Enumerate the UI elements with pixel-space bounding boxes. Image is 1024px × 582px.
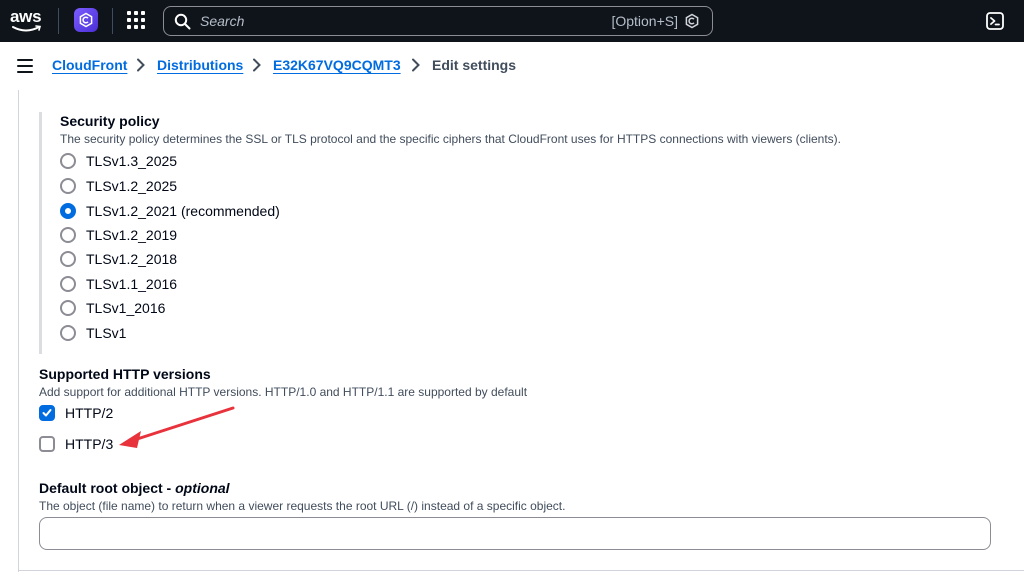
radio-button[interactable] xyxy=(60,227,76,243)
default-root-object-group: Default root object - optional The objec… xyxy=(39,480,991,550)
aws-smile-icon xyxy=(12,25,42,32)
radio-button[interactable] xyxy=(60,178,76,194)
security-policy-label: Security policy xyxy=(60,113,160,129)
hexagon-icon xyxy=(79,12,93,28)
hexagon-shortcut-icon xyxy=(685,13,699,29)
cloudshell-icon[interactable] xyxy=(986,12,1004,30)
security-policy-group: Security policy The security policy dete… xyxy=(39,112,989,354)
apps-grid-icon[interactable] xyxy=(127,11,145,29)
radio-button[interactable] xyxy=(60,300,76,316)
radio-button[interactable] xyxy=(60,251,76,267)
breadcrumb-distribution-id[interactable]: E32K67VQ9CQMT3 xyxy=(273,57,401,73)
radio-option[interactable]: TLSv1.2_2025 xyxy=(60,176,177,196)
radio-label: TLSv1.2_2025 xyxy=(86,178,178,194)
radio-label: TLSv1.2_2019 xyxy=(86,227,178,243)
chevron-right-icon xyxy=(411,58,421,77)
radio-option[interactable]: TLSv1.1_2016 xyxy=(60,274,177,294)
radio-button-selected[interactable] xyxy=(60,203,76,219)
radio-label: TLSv1.2_2018 xyxy=(86,251,178,267)
aws-logo[interactable]: aws xyxy=(10,6,44,36)
panel-bottom-border xyxy=(18,570,1024,571)
checkmark-icon xyxy=(42,409,52,417)
search-input[interactable] xyxy=(200,11,580,31)
radio-option[interactable]: TLSv1 xyxy=(60,323,126,343)
http2-label: HTTP/2 xyxy=(65,405,114,421)
breadcrumb-distributions[interactable]: Distributions xyxy=(157,57,243,73)
radio-button[interactable] xyxy=(60,153,76,169)
default-root-object-description: The object (file name) to return when a … xyxy=(39,499,566,513)
nav-divider xyxy=(112,8,113,34)
default-root-object-input[interactable] xyxy=(39,517,991,550)
search-icon xyxy=(174,13,191,30)
radio-label: TLSv1.3_2025 xyxy=(86,153,178,169)
radio-label: TLSv1_2016 xyxy=(86,300,166,316)
search-shortcut-hint: [Option+S] xyxy=(611,13,678,29)
http-versions-description: Add support for additional HTTP versions… xyxy=(39,385,528,399)
radio-label: TLSv1.1_2016 xyxy=(86,276,178,292)
radio-button[interactable] xyxy=(60,276,76,292)
menu-hamburger-icon[interactable] xyxy=(17,59,33,73)
radio-button[interactable] xyxy=(60,325,76,341)
http2-option[interactable]: HTTP/2 xyxy=(39,405,113,421)
radio-label: TLSv1.2_2021 (recommended) xyxy=(86,203,280,219)
chevron-right-icon xyxy=(252,58,262,77)
app-service-icon[interactable] xyxy=(74,8,98,32)
default-root-object-label: Default root object - optional xyxy=(39,480,991,496)
security-policy-description: The security policy determines the SSL o… xyxy=(60,132,842,146)
radio-option-selected[interactable]: TLSv1.2_2021 (recommended) xyxy=(60,201,280,221)
http3-option[interactable]: HTTP/3 xyxy=(39,436,113,452)
top-navigation: aws [Option+S] xyxy=(0,0,1024,42)
optional-tag: optional xyxy=(175,480,230,496)
settings-panel: Security policy The security policy dete… xyxy=(18,90,1024,572)
annotation-arrow-icon xyxy=(119,406,235,448)
radio-option[interactable]: TLSv1.2_2019 xyxy=(60,225,177,245)
http-versions-group: Supported HTTP versions Add support for … xyxy=(39,366,989,452)
http2-checkbox[interactable] xyxy=(39,405,55,421)
breadcrumb-cloudfront[interactable]: CloudFront xyxy=(52,57,127,73)
nav-divider xyxy=(58,8,59,34)
breadcrumb-current: Edit settings xyxy=(432,57,517,73)
aws-logo-text: aws xyxy=(10,7,42,26)
search-box[interactable]: [Option+S] xyxy=(163,6,713,36)
radio-option[interactable]: TLSv1_2016 xyxy=(60,298,165,318)
radio-option[interactable]: TLSv1.2_2018 xyxy=(60,249,177,269)
default-root-object-label-text: Default root object - xyxy=(39,480,176,496)
http3-label: HTTP/3 xyxy=(65,436,114,452)
breadcrumb-bar: CloudFront Distributions E32K67VQ9CQMT3 … xyxy=(0,42,1024,90)
http3-checkbox[interactable] xyxy=(39,436,55,452)
http-versions-label: Supported HTTP versions xyxy=(39,366,211,382)
radio-label: TLSv1 xyxy=(86,325,127,341)
radio-option[interactable]: TLSv1.3_2025 xyxy=(60,151,177,171)
chevron-right-icon xyxy=(136,58,146,77)
